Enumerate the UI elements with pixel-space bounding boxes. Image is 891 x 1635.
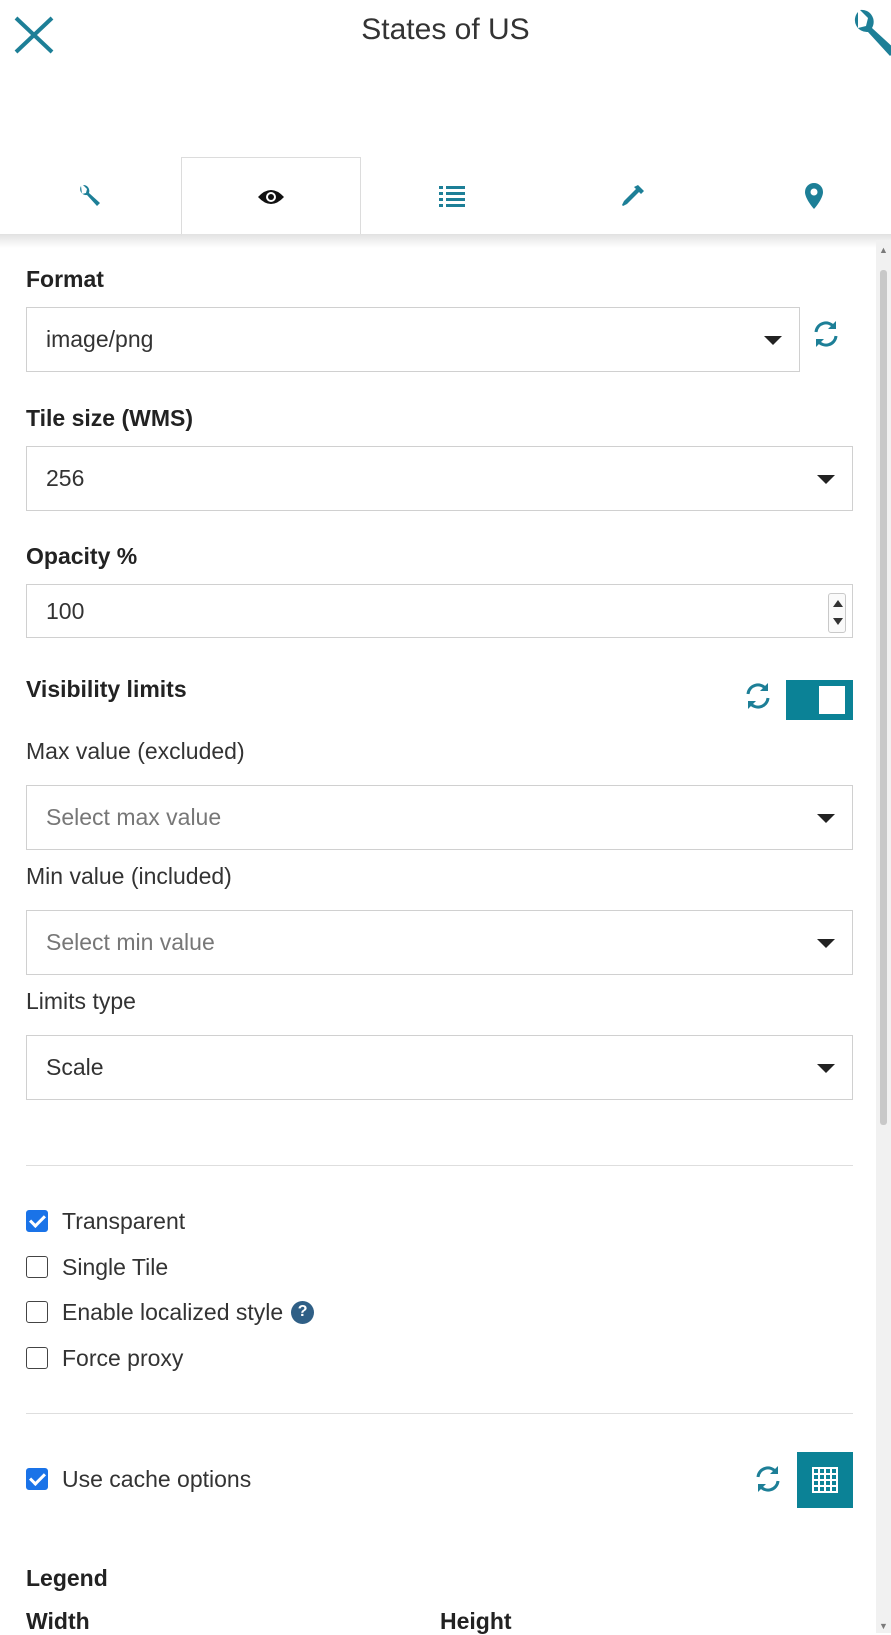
chevron-down-icon	[817, 814, 835, 823]
chevron-down-icon	[817, 1064, 835, 1073]
toggle-knob	[819, 686, 845, 714]
max-value-select[interactable]: Select max value	[26, 785, 853, 850]
wrench-icon[interactable]	[848, 6, 891, 62]
grid-icon	[812, 1467, 838, 1493]
cache-grid-button[interactable]	[797, 1452, 853, 1508]
opacity-input[interactable]: 100	[26, 584, 853, 638]
stepper-up-icon[interactable]	[833, 600, 843, 607]
limits-type-value: Scale	[46, 1054, 104, 1080]
tile-size-select[interactable]: 256	[26, 446, 853, 511]
force-proxy-label: Force proxy	[62, 1344, 184, 1371]
tab-fields[interactable]	[362, 157, 542, 235]
min-value-placeholder: Select min value	[46, 929, 215, 955]
tile-size-value: 256	[46, 465, 85, 491]
checkbox-unchecked[interactable]	[26, 1256, 48, 1278]
use-cache-label: Use cache options	[62, 1465, 252, 1492]
tile-size-label: Tile size (WMS)	[26, 405, 193, 431]
tab-display[interactable]	[181, 157, 361, 236]
localized-style-label: Enable localized style	[62, 1298, 284, 1325]
checkbox-checked[interactable]	[26, 1210, 48, 1232]
use-cache-checkbox[interactable]: Use cache options	[26, 1464, 251, 1494]
tab-shadow	[0, 234, 891, 248]
scrollbar[interactable]: ▲ ▼	[876, 240, 891, 1633]
wrench-icon	[80, 184, 100, 206]
transparent-checkbox[interactable]: Transparent	[26, 1206, 185, 1236]
chevron-down-icon	[817, 475, 835, 484]
refresh-cache-icon[interactable]	[752, 1463, 784, 1495]
checkbox-unchecked[interactable]	[26, 1347, 48, 1369]
eye-icon	[258, 189, 284, 204]
tab-style[interactable]	[543, 157, 723, 235]
localized-style-checkbox[interactable]: Enable localized style ?	[26, 1297, 315, 1327]
refresh-visibility-icon[interactable]	[742, 680, 774, 712]
opacity-stepper[interactable]	[828, 593, 846, 633]
panel-header: States of US	[0, 0, 891, 70]
scroll-down-arrow[interactable]: ▼	[879, 1622, 888, 1631]
panel-title: States of US	[361, 13, 530, 46]
scroll-up-arrow[interactable]: ▲	[879, 246, 888, 255]
min-value-select[interactable]: Select min value	[26, 910, 853, 975]
chevron-down-icon	[817, 939, 835, 948]
max-value-placeholder: Select max value	[46, 804, 222, 830]
map-marker-icon	[805, 183, 823, 209]
tab-general[interactable]	[0, 157, 180, 235]
checkbox-checked[interactable]	[26, 1468, 48, 1490]
tab-feature-info[interactable]	[724, 157, 891, 235]
legend-height-label: Height	[440, 1608, 512, 1634]
max-value-label: Max value (excluded)	[26, 738, 245, 764]
legend-label: Legend	[26, 1565, 108, 1591]
visibility-limits-toggle[interactable]	[786, 680, 853, 720]
transparent-label: Transparent	[62, 1207, 186, 1234]
min-value-label: Min value (included)	[26, 863, 232, 889]
limits-type-label: Limits type	[26, 988, 136, 1014]
chevron-down-icon	[764, 336, 782, 345]
checkbox-unchecked[interactable]	[26, 1301, 48, 1323]
opacity-label: Opacity %	[26, 543, 138, 569]
legend-width-label: Width	[26, 1608, 90, 1634]
format-select[interactable]: image/png	[26, 307, 800, 372]
limits-type-select[interactable]: Scale	[26, 1035, 853, 1100]
question-circle-icon[interactable]: ?	[291, 1300, 315, 1324]
eyedropper-icon	[622, 185, 644, 206]
opacity-value: 100	[46, 597, 85, 624]
divider	[26, 1413, 853, 1414]
stepper-down-icon[interactable]	[833, 618, 843, 625]
force-proxy-checkbox[interactable]: Force proxy	[26, 1343, 183, 1373]
single-tile-label: Single Tile	[62, 1253, 169, 1280]
single-tile-checkbox[interactable]: Single Tile	[26, 1252, 168, 1282]
divider	[26, 1165, 853, 1166]
tab-bar	[0, 157, 891, 236]
format-value: image/png	[46, 326, 154, 352]
list-icon	[439, 186, 465, 207]
visibility-limits-label: Visibility limits	[26, 676, 187, 702]
format-label: Format	[26, 266, 104, 292]
scroll-thumb[interactable]	[880, 270, 887, 1125]
refresh-format-icon[interactable]	[810, 318, 842, 350]
